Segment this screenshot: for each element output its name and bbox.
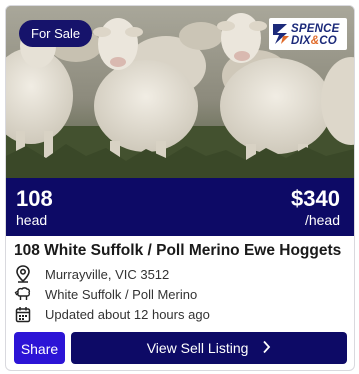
quantity-value: 108 bbox=[16, 186, 53, 211]
location-row: Murrayville, VIC 3512 bbox=[14, 264, 169, 284]
sheep-icon bbox=[14, 285, 32, 303]
price-unit: /head bbox=[304, 212, 340, 228]
location-text: Murrayville, VIC 3512 bbox=[45, 266, 170, 282]
spence-dix-co-logo: SPENCE DIX&CO bbox=[269, 18, 347, 50]
updated-text: Updated about 12 hours ago bbox=[45, 306, 210, 322]
quantity: 108 head bbox=[16, 187, 53, 229]
breed-row: White Suffolk / Poll Merino bbox=[14, 284, 197, 304]
for-sale-badge: For Sale bbox=[19, 20, 93, 47]
listing-photo[interactable]: For Sale SPENCE DIX&CO bbox=[6, 6, 354, 178]
price-value: $340 bbox=[291, 186, 340, 211]
map-pin-icon bbox=[14, 265, 32, 283]
share-button[interactable]: Share bbox=[14, 332, 65, 364]
logo-text-line2: DIX&CO bbox=[291, 35, 337, 47]
view-sell-listing-button[interactable]: View Sell Listing bbox=[71, 332, 347, 364]
listing-title[interactable]: 108 White Suffolk / Poll Merino Ewe Hogg… bbox=[14, 242, 348, 260]
updated-row: Updated about 12 hours ago bbox=[14, 304, 210, 324]
quantity-unit: head bbox=[16, 212, 48, 228]
breed-text: White Suffolk / Poll Merino bbox=[45, 286, 198, 302]
logo-text-line1: SPENCE bbox=[291, 23, 340, 35]
view-sell-listing-label: View Sell Listing bbox=[146, 340, 249, 356]
listing-card[interactable]: For Sale SPENCE DIX&CO 108 head $340 /he… bbox=[5, 5, 355, 371]
chevron-right-icon bbox=[262, 333, 271, 365]
calendar-icon bbox=[14, 305, 32, 323]
logo-mark-icon bbox=[273, 24, 289, 44]
price-bar: 108 head $340 /head bbox=[6, 178, 354, 236]
price: $340 /head bbox=[291, 187, 340, 229]
